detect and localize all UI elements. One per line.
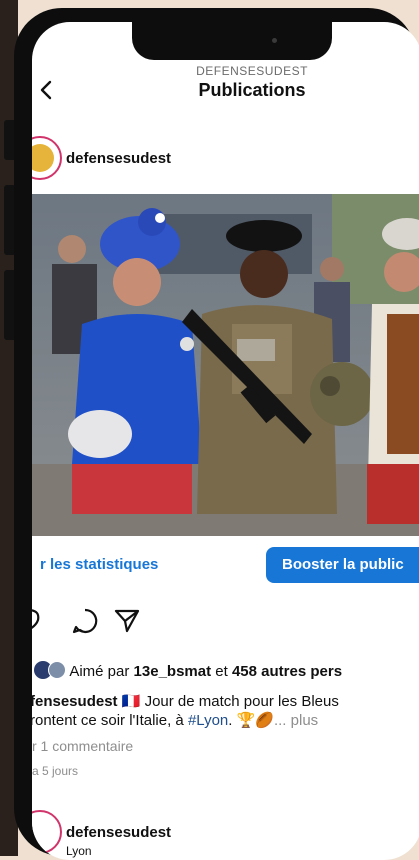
caption-line-1: Jour de match pour les Bleus: [144, 693, 339, 710]
account-subtitle: DEFENSESUDEST: [196, 64, 308, 78]
post-actions: [32, 604, 232, 636]
next-post-avatar[interactable]: [32, 810, 62, 854]
phone-frame: DEFENSESUDEST Publications defensesudest: [14, 8, 419, 860]
hashtag-link[interactable]: #Lyon: [188, 712, 228, 729]
caption-period: .: [228, 712, 233, 729]
boost-post-button[interactable]: Booster la public: [266, 547, 419, 583]
flag-emoji: 🇫🇷: [121, 693, 141, 710]
phone-notch: [132, 22, 332, 60]
liker-avatars: [34, 661, 66, 679]
post-username[interactable]: defensesudest: [66, 150, 171, 167]
likes-prefix: Aimé par: [69, 663, 130, 680]
paper-plane-icon[interactable]: [114, 608, 140, 639]
heart-icon[interactable]: [32, 608, 42, 637]
post-timestamp: a 5 jours: [32, 764, 79, 778]
more-link[interactable]: ... plus: [274, 712, 318, 729]
caption-author[interactable]: fensesudest: [32, 693, 118, 710]
post-photo[interactable]: [32, 194, 419, 536]
likes-count[interactable]: 458 autres pers: [232, 663, 342, 680]
likes-line[interactable]: Aimé par 13e_bsmat et 458 autres pers: [34, 661, 342, 680]
avatar[interactable]: [32, 136, 62, 180]
view-comments-link[interactable]: r 1 commentaire: [32, 738, 133, 754]
phone-screen: DEFENSESUDEST Publications defensesudest: [32, 22, 419, 860]
liker-username[interactable]: 13e_bsmat: [134, 663, 212, 680]
caption-line-2: rontent ce soir l'Italie, à: [32, 712, 184, 729]
likes-connector: et: [215, 663, 228, 680]
comment-icon[interactable]: [72, 608, 98, 639]
page-title: Publications: [198, 80, 306, 100]
caption-emojis: 🏆🏉: [236, 712, 274, 729]
next-post-username[interactable]: defensesudest: [66, 824, 171, 841]
view-stats-link[interactable]: r les statistiques: [40, 556, 158, 573]
post-caption: fensesudest 🇫🇷 Jour de match pour les Bl…: [32, 692, 419, 730]
camera-dot: [272, 38, 277, 43]
